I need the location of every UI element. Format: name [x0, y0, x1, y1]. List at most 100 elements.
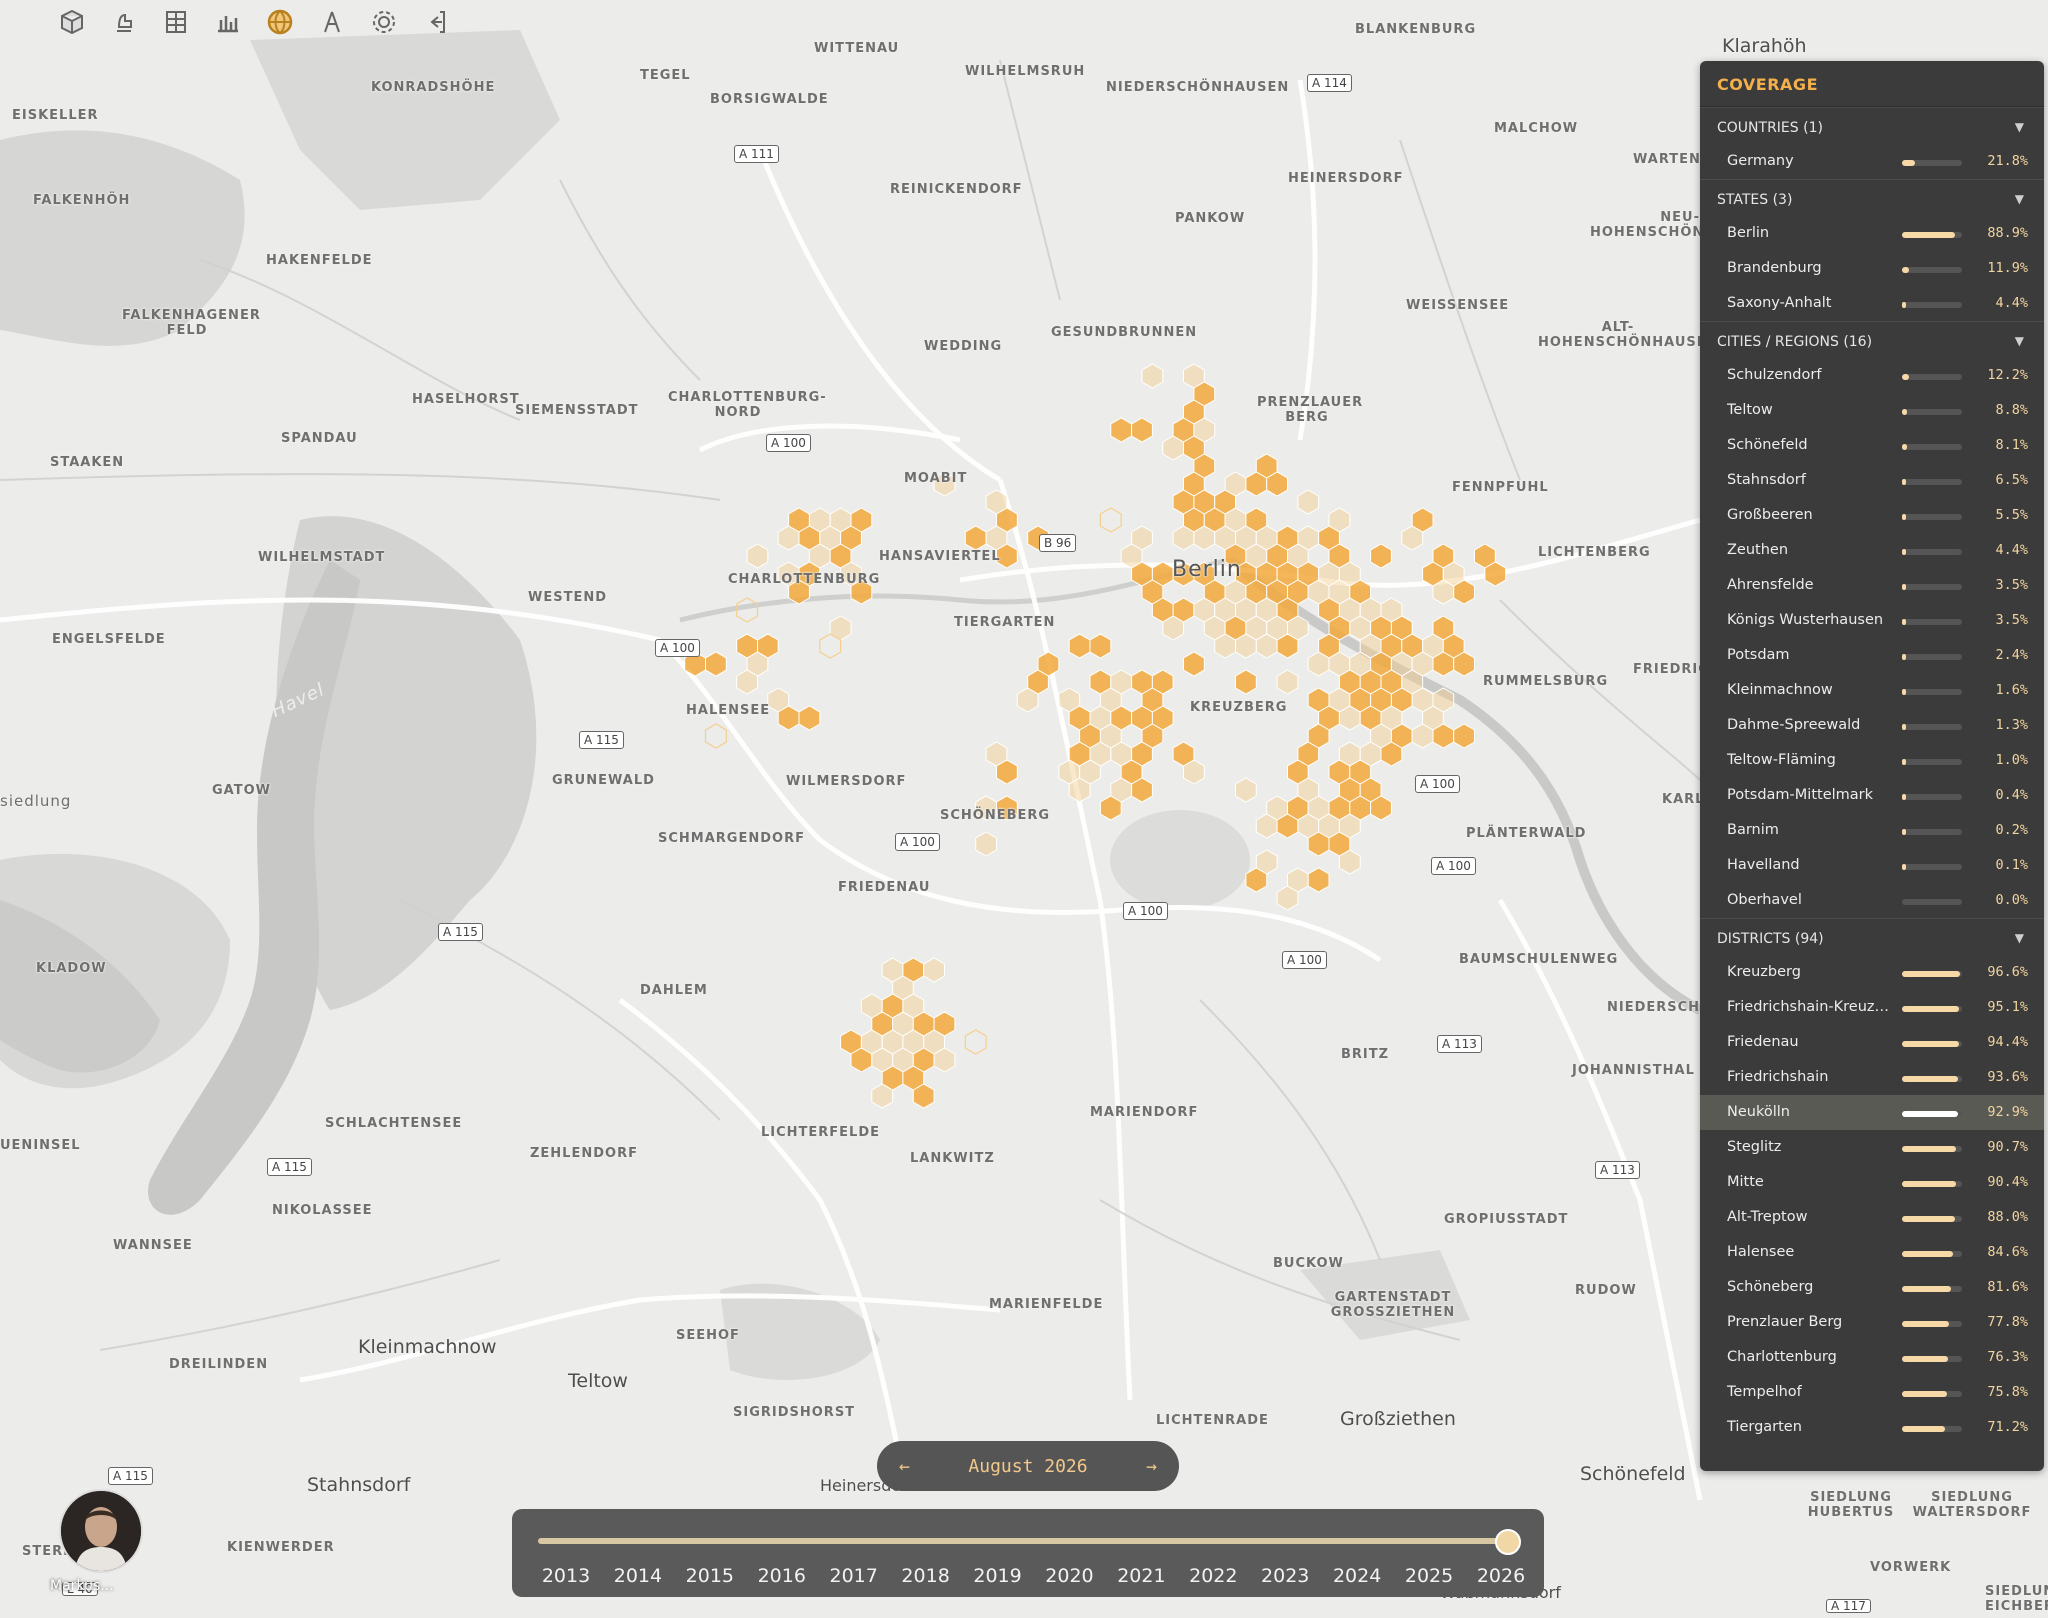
coverage-row[interactable]: Berlin 88.9%: [1700, 216, 2044, 251]
chevron-down-icon[interactable]: ▼: [2015, 334, 2024, 348]
chevron-down-icon[interactable]: ▼: [2015, 931, 2024, 945]
coverage-bar-track: [1902, 374, 1962, 380]
timeline-year-label[interactable]: 2023: [1261, 1565, 1309, 1587]
coverage-bar-fill: [1902, 1391, 1948, 1397]
coverage-row[interactable]: Friedrichshain-Kreuz… 95.1%: [1700, 990, 2044, 1025]
coverage-row[interactable]: Schöneberg 81.6%: [1700, 1270, 2044, 1305]
cube-icon[interactable]: [56, 6, 88, 38]
coverage-bar-track: [1902, 1391, 1962, 1397]
coverage-row[interactable]: Mitte 90.4%: [1700, 1165, 2044, 1200]
coverage-bar-fill: [1902, 829, 1906, 835]
coverage-row[interactable]: Kreuzberg 96.6%: [1700, 955, 2044, 990]
coverage-row-percent: 6.5%: [1995, 472, 2028, 488]
timeline-year-label[interactable]: 2019: [973, 1565, 1021, 1587]
chevron-down-icon[interactable]: ▼: [2015, 192, 2024, 206]
timeline-year-label[interactable]: 2026: [1477, 1565, 1525, 1587]
coverage-row[interactable]: Brandenburg 11.9%: [1700, 251, 2044, 286]
timeline-handle[interactable]: [1495, 1529, 1521, 1555]
coverage-row[interactable]: Zeuthen 4.4%: [1700, 533, 2044, 568]
person-icon[interactable]: [316, 6, 348, 38]
timeline-year-label[interactable]: 2022: [1189, 1565, 1237, 1587]
panel-title: COVERAGE: [1700, 61, 2044, 107]
coverage-bar-track: [1902, 584, 1962, 590]
timeline-year-label[interactable]: 2018: [901, 1565, 949, 1587]
coverage-bar-fill: [1902, 514, 1906, 520]
coverage-bar-track: [1902, 654, 1962, 660]
globe-icon[interactable]: [264, 6, 296, 38]
coverage-bar-fill: [1902, 1146, 1957, 1152]
coverage-row[interactable]: Großbeeren 5.5%: [1700, 498, 2044, 533]
next-month-button[interactable]: →: [1146, 1456, 1157, 1477]
coverage-row[interactable]: Barnim 0.2%: [1700, 813, 2044, 848]
section-header[interactable]: CITIES / REGIONS (16) ▼: [1700, 321, 2044, 358]
timeline-year-label[interactable]: 2024: [1333, 1565, 1381, 1587]
timeline-year-label[interactable]: 2025: [1405, 1565, 1453, 1587]
place-label: Siedlung Hubertus: [1807, 1490, 1895, 1520]
coverage-row[interactable]: Teltow 8.8%: [1700, 393, 2044, 428]
grid-icon[interactable]: [160, 6, 192, 38]
coverage-row[interactable]: Kleinmachnow 1.6%: [1700, 673, 2044, 708]
section-header[interactable]: DISTRICTS (94) ▼: [1700, 918, 2044, 955]
timeline-year-label[interactable]: 2021: [1117, 1565, 1165, 1587]
coverage-row[interactable]: Germany 21.8%: [1700, 144, 2044, 179]
coverage-row[interactable]: Havelland 0.1%: [1700, 848, 2044, 883]
coverage-bar-track: [1902, 1216, 1962, 1222]
section-header[interactable]: COUNTRIES (1) ▼: [1700, 107, 2044, 144]
coverage-row[interactable]: Friedenau 94.4%: [1700, 1025, 2044, 1060]
coverage-row[interactable]: Königs Wusterhausen 3.5%: [1700, 603, 2044, 638]
timeline-year-label[interactable]: 2017: [830, 1565, 878, 1587]
coverage-row[interactable]: Schulzendorf 12.2%: [1700, 358, 2044, 393]
chevron-down-icon[interactable]: ▼: [2015, 120, 2024, 134]
logout-icon[interactable]: [420, 6, 452, 38]
coverage-row[interactable]: Saxony-Anhalt 4.4%: [1700, 286, 2044, 321]
road-shield: A 117: [1826, 1599, 1871, 1613]
coverage-bar-fill: [1902, 232, 1956, 238]
coverage-row[interactable]: Charlottenburg 76.3%: [1700, 1340, 2044, 1375]
coverage-row[interactable]: Halensee 84.6%: [1700, 1235, 2044, 1270]
timeline-year-label[interactable]: 2016: [758, 1565, 806, 1587]
place-label: Malchow: [1494, 121, 1579, 136]
coverage-bar-fill: [1902, 689, 1906, 695]
road-shield: A 100: [895, 833, 940, 851]
coverage-row-name: Stahnsdorf: [1727, 472, 1806, 488]
coverage-row[interactable]: Dahme-Spreewald 1.3%: [1700, 708, 2044, 743]
coverage-row[interactable]: Oberhavel 0.0%: [1700, 883, 2044, 918]
timeline-year-label[interactable]: 2013: [542, 1565, 590, 1587]
coverage-row[interactable]: Potsdam 2.4%: [1700, 638, 2044, 673]
coverage-row[interactable]: Ahrensfelde 3.5%: [1700, 568, 2044, 603]
chart-icon[interactable]: [212, 6, 244, 38]
coverage-bar-track: [1902, 479, 1962, 485]
coverage-row-name: Steglitz: [1727, 1139, 1782, 1155]
timeline-year-label[interactable]: 2015: [686, 1565, 734, 1587]
coverage-row-name: Prenzlauer Berg: [1727, 1314, 1843, 1330]
coverage-row-percent: 0.2%: [1995, 822, 2028, 838]
coverage-row[interactable]: Neukölln 92.9%: [1700, 1095, 2044, 1130]
coverage-row[interactable]: Tempelhof 75.8%: [1700, 1375, 2044, 1410]
section-header[interactable]: STATES (3) ▼: [1700, 179, 2044, 216]
coverage-row[interactable]: Prenzlauer Berg 77.8%: [1700, 1305, 2044, 1340]
coverage-row-percent: 4.4%: [1995, 542, 2028, 558]
hand-icon[interactable]: [108, 6, 140, 38]
timeline-track[interactable]: [538, 1538, 1508, 1544]
avatar[interactable]: [61, 1491, 141, 1571]
coverage-row[interactable]: Stahnsdorf 6.5%: [1700, 463, 2044, 498]
coverage-row-percent: 71.2%: [1987, 1419, 2028, 1435]
coverage-bar-track: [1902, 1251, 1962, 1257]
road-shield: A 100: [1415, 775, 1460, 793]
settings-icon[interactable]: [368, 6, 400, 38]
place-label: Reinickendorf: [890, 182, 1023, 197]
coverage-row[interactable]: Alt-Treptow 88.0%: [1700, 1200, 2044, 1235]
timeline-year-label[interactable]: 2020: [1045, 1565, 1093, 1587]
coverage-row[interactable]: Steglitz 90.7%: [1700, 1130, 2044, 1165]
coverage-bar-fill: [1902, 971, 1960, 977]
coverage-row[interactable]: Friedrichshain 93.6%: [1700, 1060, 2044, 1095]
road-shield: A 111: [734, 145, 779, 163]
coverage-row-name: Ahrensfelde: [1727, 577, 1814, 593]
timeline-year-label[interactable]: 2014: [614, 1565, 662, 1587]
prev-month-button[interactable]: ←: [899, 1456, 910, 1477]
coverage-bar-track: [1902, 1006, 1962, 1012]
coverage-row[interactable]: Tiergarten 71.2%: [1700, 1410, 2044, 1445]
coverage-row[interactable]: Potsdam-Mittelmark 0.4%: [1700, 778, 2044, 813]
coverage-row[interactable]: Schönefeld 8.1%: [1700, 428, 2044, 463]
coverage-row[interactable]: Teltow-Fläming 1.0%: [1700, 743, 2044, 778]
